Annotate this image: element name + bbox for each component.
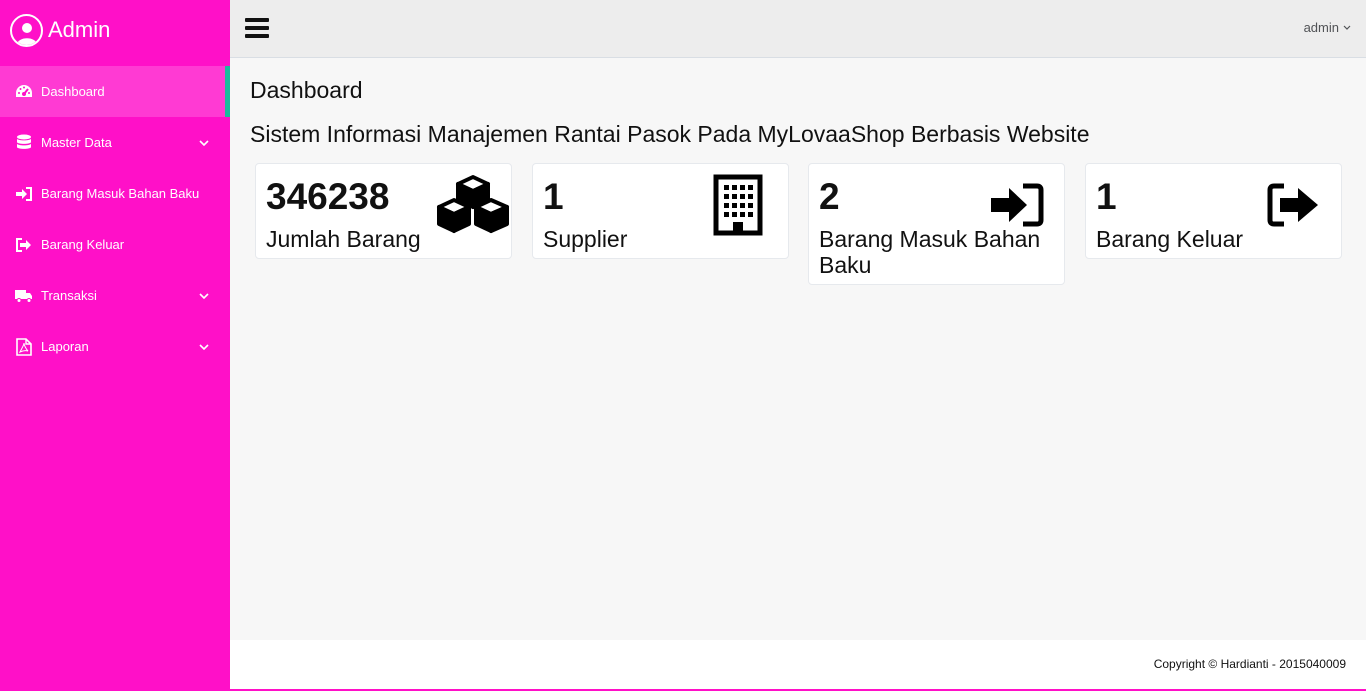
sign-out-icon (15, 236, 33, 254)
pdf-file-icon (15, 337, 33, 356)
brand-title: Admin (48, 17, 111, 42)
sidebar-item-label: Transaksi (41, 288, 97, 303)
sign-out-icon (1266, 182, 1322, 233)
stat-count: 2 (819, 176, 840, 217)
chevron-down-icon (1343, 25, 1351, 30)
building-icon (713, 174, 763, 241)
sidebar-item-laporan[interactable]: Laporan (0, 321, 230, 372)
cubes-icon (436, 174, 512, 241)
footer-copyright: Copyright © Hardianti - 2015040009 (1153, 657, 1346, 671)
page-subtitle: Sistem Informasi Manajemen Rantai Pasok … (250, 121, 1090, 147)
sidebar-item-transaksi[interactable]: Transaksi (0, 270, 230, 321)
sidebar-item-label: Barang Keluar (41, 237, 125, 252)
sign-in-icon (989, 182, 1045, 233)
sidebar-item-master-data[interactable]: Master Data (0, 117, 230, 168)
stat-label: Supplier (543, 226, 628, 252)
sidebar-item-label: Dashboard (41, 84, 105, 99)
sidebar-item-dashboard[interactable]: Dashboard (0, 66, 230, 117)
menu-toggle-icon[interactable] (245, 18, 269, 40)
sidebar-item-label: Laporan (41, 339, 89, 354)
stat-card-barang-masuk: 2 Barang Masuk Bahan Baku (808, 163, 1065, 285)
sidebar-item-barang-masuk[interactable]: Barang Masuk Bahan Baku (0, 168, 230, 219)
chevron-down-icon (192, 343, 216, 350)
tachometer-icon (15, 83, 33, 101)
stat-label: Jumlah Barang (266, 226, 421, 252)
stat-card-supplier: 1 Supplier (532, 163, 789, 259)
stat-card-barang-keluar: 1 Barang Keluar (1085, 163, 1342, 259)
chevron-down-icon (192, 292, 216, 299)
sidebar-item-label: Master Data (41, 135, 112, 150)
stat-label: Barang Keluar (1096, 226, 1244, 252)
chevron-down-icon (192, 139, 216, 146)
topbar: admin (230, 0, 1366, 58)
truck-icon (15, 287, 33, 305)
database-icon (15, 134, 33, 152)
stat-label: Barang Masuk Bahan Baku (819, 226, 1041, 278)
sidebar: Admin Dashboard Master Data Barang Masuk… (0, 0, 230, 691)
user-avatar-icon (10, 13, 43, 47)
stat-count: 1 (1096, 176, 1117, 217)
stat-card-jumlah-barang: 346238 Jumlah Barang (255, 163, 512, 259)
sidebar-item-label: Barang Masuk Bahan Baku (41, 186, 200, 201)
page-title: Dashboard (250, 77, 363, 103)
sidebar-item-barang-keluar[interactable]: Barang Keluar (0, 219, 230, 270)
user-name: admin (1303, 20, 1339, 35)
sidebar-menu: Dashboard Master Data Barang Masuk Bahan… (0, 66, 230, 372)
footer: Copyright © Hardianti - 2015040009 (230, 640, 1366, 691)
sign-in-icon (15, 185, 33, 203)
stat-count: 1 (543, 176, 564, 217)
user-menu[interactable]: admin (1304, 20, 1351, 35)
stat-count: 346238 (266, 176, 390, 217)
brand[interactable]: Admin (0, 0, 230, 60)
